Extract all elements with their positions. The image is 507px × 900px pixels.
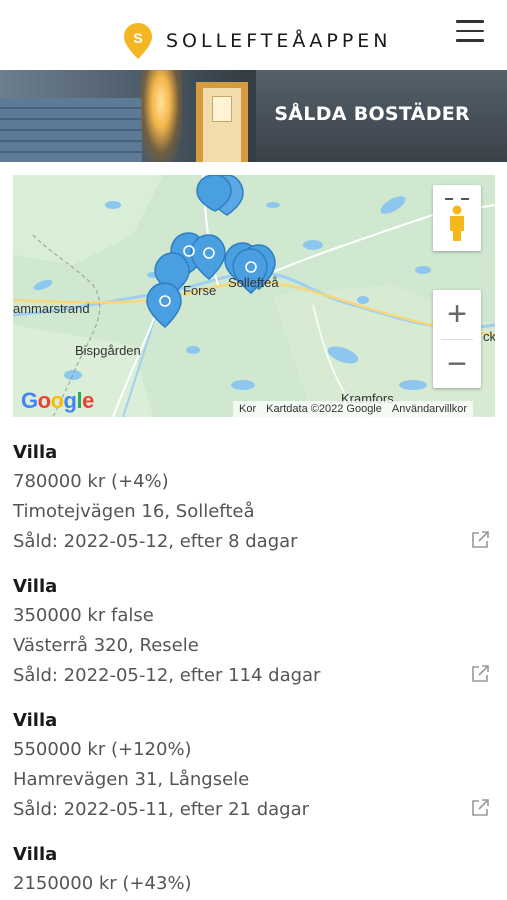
listing-sold-date: Såld: 2022-05-12, efter 8 dagar [13, 531, 298, 552]
map-label-bispgarden: Bispgården [75, 343, 141, 358]
hero-lamp-image [140, 70, 182, 162]
zoom-out-button[interactable]: − [433, 340, 481, 388]
hero-garage-image [0, 98, 142, 162]
listing-address: Timotejvägen 16, Sollefteå [13, 501, 255, 522]
terms-link[interactable]: Användarvillkor [392, 403, 467, 415]
listing-item: Villa 350000 kr false Västerrå 320, Rese… [13, 572, 495, 691]
listing-address: Västerrå 320, Resele [13, 635, 199, 656]
map-label-kor: Kor [239, 403, 257, 415]
map-label-edge: ck [483, 329, 495, 344]
listing-address: Hamrevägen 31, Långsele [13, 769, 250, 790]
map-label-forse: Forse [183, 283, 217, 298]
hero-banner: SÅLDA BOSTÄDER [0, 70, 507, 162]
google-logo[interactable]: Google [21, 388, 94, 414]
app-title: SOLLEFTEÅAPPEN [166, 30, 392, 52]
external-link-icon[interactable] [470, 798, 490, 818]
app-header: S SOLLEFTEÅAPPEN [0, 0, 507, 70]
listing-type: Villa [13, 710, 58, 731]
map-attribution: Kor Kartdata ©2022 Google Användarvillkor [233, 401, 474, 417]
page-title: SÅLDA BOSTÄDER [274, 103, 470, 125]
external-link-icon[interactable] [470, 664, 490, 684]
map-data-credit[interactable]: Kartdata ©2022 Google [266, 403, 382, 415]
zoom-in-button[interactable]: + [433, 290, 481, 338]
listing-price: 780000 kr (+4%) [13, 471, 169, 492]
map-label-solleftea: Solleftеå [228, 275, 279, 290]
listing-price: 550000 kr (+120%) [13, 739, 192, 760]
listing-sold-date: Såld: 2022-05-11, efter 21 dagar [13, 799, 310, 820]
street-view-pegman-icon[interactable] [433, 185, 481, 251]
location-pin-logo-icon: S [124, 23, 152, 59]
listing-price: 2150000 kr (+43%) [13, 873, 192, 894]
listing-price: 350000 kr false [13, 605, 154, 626]
listing-type: Villa [13, 442, 58, 463]
listing-sold-date: Såld: 2022-05-12, efter 114 dagar [13, 665, 321, 686]
sold-homes-map[interactable]: Forse Solleftеå ammarstrand Bispgården K… [13, 175, 495, 417]
map-terrain [13, 175, 495, 417]
external-link-icon[interactable] [470, 530, 490, 550]
listing-type: Villa [13, 844, 58, 865]
hamburger-menu-icon[interactable] [456, 20, 484, 44]
listing-item: Villa 2150000 kr (+43%) [13, 840, 495, 899]
svg-text:S: S [133, 30, 142, 46]
hero-door-window [212, 96, 232, 122]
listing-item: Villa 780000 kr (+4%) Timotejvägen 16, S… [13, 438, 495, 557]
map-label-hammarstrand: ammarstrand [13, 301, 90, 316]
map-zoom-controls: + − [433, 290, 481, 388]
listing-type: Villa [13, 576, 58, 597]
listing-item: Villa 550000 kr (+120%) Hamrevägen 31, L… [13, 706, 495, 825]
